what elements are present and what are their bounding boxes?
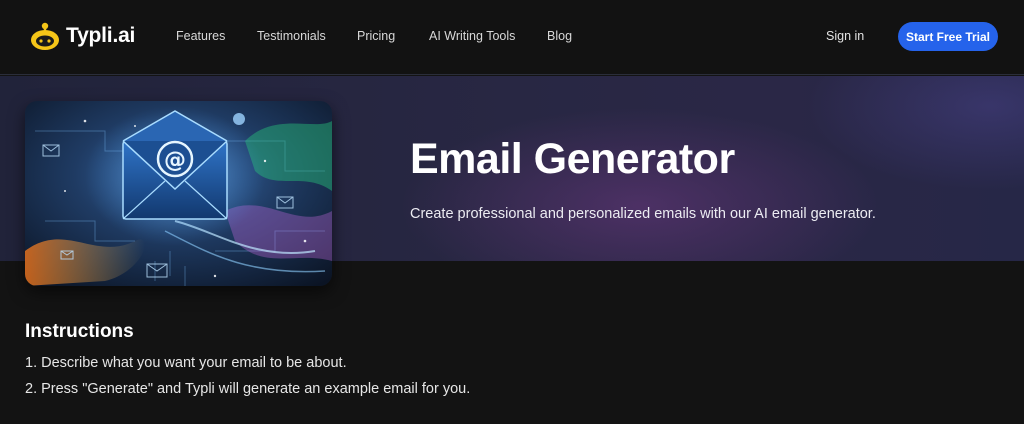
start-free-trial-button[interactable]: Start Free Trial bbox=[898, 22, 998, 51]
svg-text:@: @ bbox=[164, 148, 186, 173]
nav-link-pricing[interactable]: Pricing bbox=[357, 29, 395, 43]
email-envelope-icon: @ bbox=[25, 101, 332, 286]
page-subtitle: Create professional and personalized ema… bbox=[410, 206, 876, 222]
brand-logo[interactable]: Typli.ai bbox=[28, 18, 135, 54]
sign-in-link[interactable]: Sign in bbox=[826, 29, 864, 43]
nav-link-ai-writing-tools[interactable]: AI Writing Tools bbox=[429, 29, 515, 43]
nav-link-features[interactable]: Features bbox=[176, 29, 225, 43]
instruction-item-2: 2. Press "Generate" and Typli will gener… bbox=[25, 381, 471, 397]
nav-link-testimonials[interactable]: Testimonials bbox=[257, 29, 326, 43]
instruction-item-1: 1. Describe what you want your email to … bbox=[25, 355, 347, 371]
hero-email-illustration: @ bbox=[25, 101, 332, 286]
nav-link-blog[interactable]: Blog bbox=[547, 29, 572, 43]
page-title: Email Generator bbox=[410, 135, 735, 183]
robot-logo-icon bbox=[31, 22, 59, 50]
instructions-heading: Instructions bbox=[25, 321, 134, 342]
top-nav: Typli.ai Features Testimonials Pricing A… bbox=[0, 0, 1024, 75]
brand-name: Typli.ai bbox=[66, 24, 136, 47]
